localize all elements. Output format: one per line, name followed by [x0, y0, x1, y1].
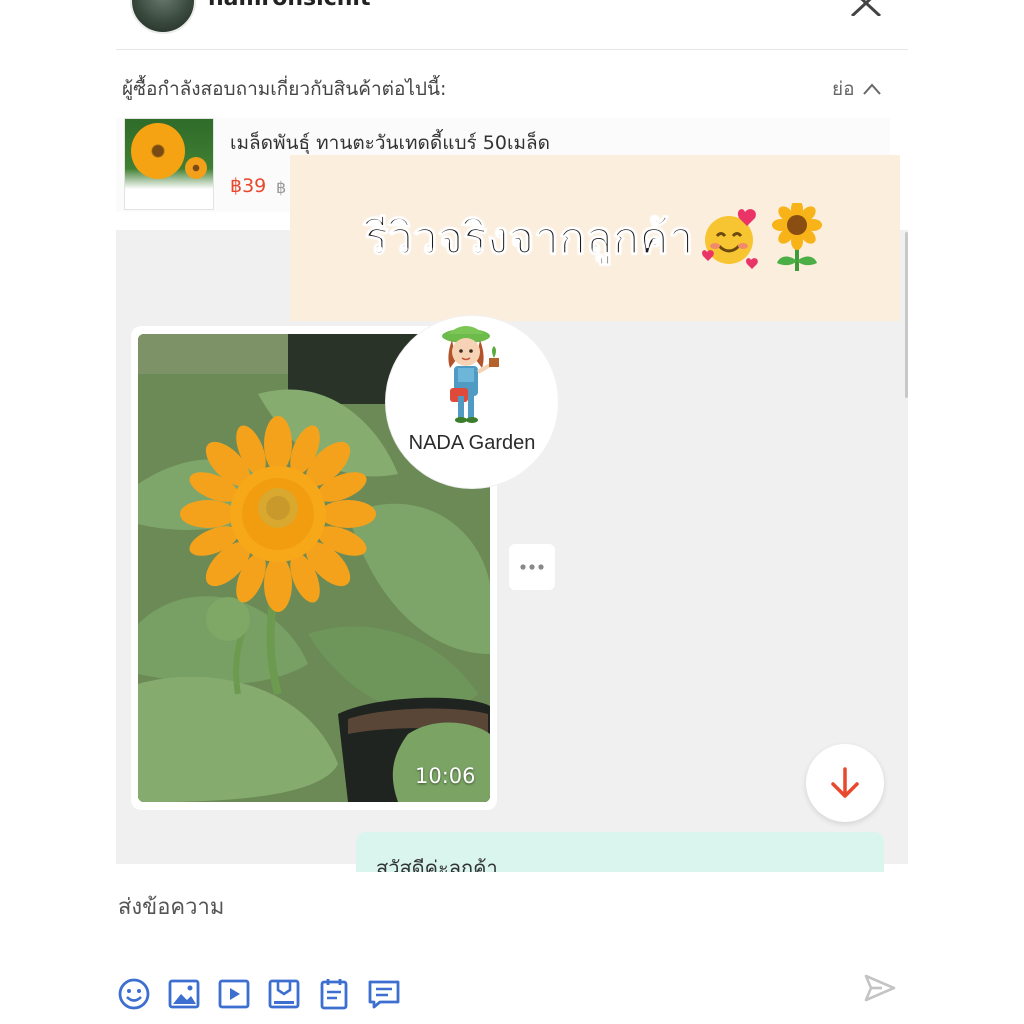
- seller-message-bubble[interactable]: สวัสดีค่ะลูกค้า: [356, 832, 884, 872]
- review-banner: รีวิวจริงจากลูกค้า: [290, 155, 900, 321]
- product-old-price: ฿: [276, 178, 287, 197]
- chevron-up-icon: [862, 83, 881, 95]
- review-banner-text: รีวิวจริงจากลูกค้า: [364, 213, 694, 265]
- collapse-label: ย่อ: [832, 78, 855, 100]
- close-icon[interactable]: [848, 0, 884, 16]
- arrow-down-icon: [831, 767, 859, 798]
- message-input[interactable]: [116, 886, 820, 928]
- send-icon[interactable]: [862, 970, 898, 1006]
- scroll-down-button[interactable]: [806, 744, 884, 822]
- chat-scrollbar[interactable]: [905, 232, 908, 398]
- image-icon[interactable]: [166, 976, 202, 1012]
- product-name[interactable]: เมล็ดพันธุ์ ทานตะวันเทดดี้แบร์ 50เมล็ด: [230, 128, 550, 158]
- more-options-button[interactable]: [509, 544, 555, 590]
- product-price: ฿39: [230, 175, 267, 197]
- thumbnail-sunflower-small: [185, 157, 207, 179]
- order-icon[interactable]: [316, 976, 352, 1012]
- photo-timestamp: 10:06: [415, 764, 476, 788]
- smiling-face-hearts-icon: [702, 209, 759, 269]
- voucher-icon[interactable]: [366, 976, 402, 1012]
- emoji-icon[interactable]: [116, 976, 152, 1012]
- avatar[interactable]: [130, 0, 196, 34]
- video-icon[interactable]: [216, 976, 252, 1012]
- nada-garden-logo: NADA Garden: [386, 316, 558, 488]
- logo-text: NADA Garden: [408, 432, 536, 454]
- header-divider: [116, 49, 908, 50]
- seller-message-text: สวัสดีค่ะลูกค้า: [376, 856, 498, 872]
- gardener-girl-icon: [442, 326, 499, 423]
- product-icon[interactable]: [266, 976, 302, 1012]
- inquiry-text: ผู้ซื้อกำลังสอบถามเกี่ยวกับสินค้าต่อไปนี…: [122, 78, 447, 100]
- username[interactable]: namronsichit: [208, 0, 370, 11]
- product-thumbnail[interactable]: [124, 118, 214, 210]
- more-dots-icon: [520, 564, 544, 570]
- thumbnail-sunflower: [131, 123, 185, 179]
- sunflower-icon: [772, 203, 823, 271]
- collapse-toggle[interactable]: ย่อ: [832, 74, 881, 104]
